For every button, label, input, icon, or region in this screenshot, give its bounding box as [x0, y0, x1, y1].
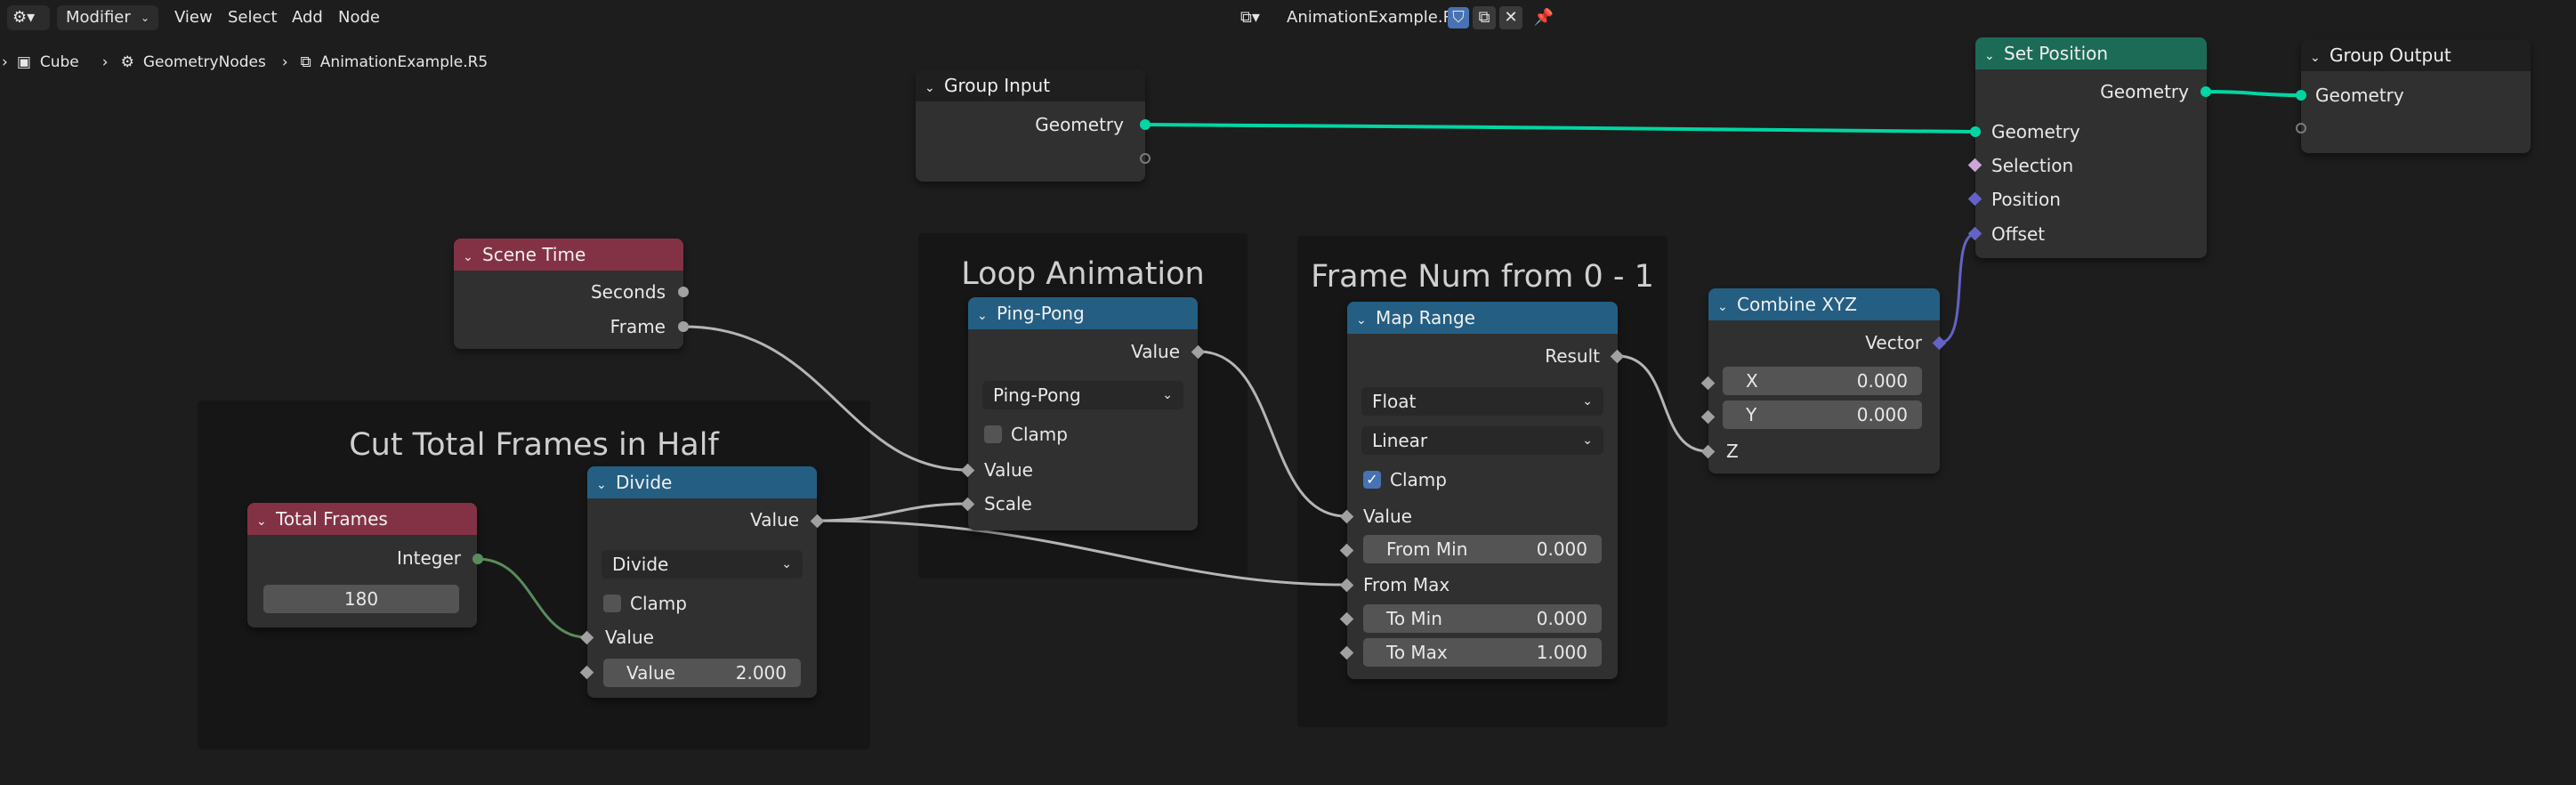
link-integer-to-divide [477, 557, 587, 639]
chevron-down-icon: ⌄ [463, 250, 473, 264]
socket-label-position: Position [1991, 189, 2061, 210]
output-socket-integer[interactable] [472, 554, 483, 564]
socket-label-from-max: From Max [1363, 574, 1450, 595]
chevron-down-icon: ⌄ [256, 514, 267, 529]
node-title: Map Range [1376, 307, 1475, 328]
socket-label-seconds: Seconds [590, 281, 666, 303]
node-group-output[interactable]: ⌄ Group Output Geometry [2301, 39, 2531, 153]
link-frame-to-pingpong-value [683, 325, 969, 472]
clamp-checkbox[interactable]: ✓ [1363, 471, 1381, 489]
socket-label-value: Value [1363, 506, 1412, 527]
integer-value-field[interactable]: 180 [263, 585, 459, 613]
socket-label-value-input: Value [605, 627, 654, 648]
socket-label-geometry: Geometry [1035, 114, 1124, 135]
socket-label-geometry: Geometry [2315, 85, 2404, 106]
value-input-field[interactable]: Value 2.000 [603, 659, 801, 687]
operation-dropdown[interactable]: Ping-Pong ⌄ [982, 381, 1183, 409]
chevron-down-icon: ⌄ [2310, 51, 2321, 65]
socket-label-selection: Selection [1991, 155, 2074, 176]
value-text: 180 [343, 588, 379, 610]
socket-label-z: Z [1726, 441, 1739, 462]
node-map-range[interactable]: ⌄ Map Range Result Float ⌄ Linear ⌄ ✓ Clamp… [1347, 302, 1618, 679]
to-max-field[interactable]: To Max 1.000 [1363, 638, 1602, 667]
socket-label-value: Value [750, 509, 799, 530]
socket-label-integer: Integer [397, 547, 461, 569]
node-title: Group Input [944, 75, 1051, 96]
link-pingpong-to-maprange-value [1198, 350, 1347, 518]
clamp-checkbox[interactable] [603, 595, 621, 612]
node-group-input[interactable]: ⌄ Group Input Geometry [916, 69, 1145, 182]
node-title: Total Frames [276, 508, 388, 530]
socket-label-geometry-in: Geometry [1991, 121, 2080, 142]
socket-label-value: Value [1131, 341, 1180, 362]
chevron-down-icon: ⌄ [925, 81, 935, 95]
chevron-down-icon: ⌄ [1717, 300, 1728, 314]
link-divide-to-pingpong-scale [816, 502, 969, 522]
link-result-to-z [1617, 354, 1708, 453]
socket-label-geometry-out: Geometry [2100, 81, 2189, 102]
clamp-label: Clamp [630, 593, 687, 614]
to-min-field[interactable]: To Min 0.000 [1363, 604, 1602, 633]
socket-label-vector: Vector [1865, 332, 1922, 353]
chevron-down-icon: ⌄ [1356, 313, 1367, 328]
chevron-down-icon: ⌄ [1162, 388, 1173, 402]
chevron-down-icon: ⌄ [596, 478, 607, 492]
clamp-label: Clamp [1011, 424, 1068, 445]
node-scene-time[interactable]: ⌄ Scene Time Seconds Frame [454, 239, 683, 349]
chevron-down-icon: ⌄ [781, 557, 792, 571]
input-socket-geometry[interactable] [1970, 126, 1981, 137]
output-socket-empty[interactable] [1140, 153, 1151, 164]
socket-label-frame: Frame [610, 316, 666, 337]
from-min-field[interactable]: From Min 0.000 [1363, 535, 1602, 563]
socket-label-result: Result [1545, 345, 1600, 367]
link-vector-to-offset [1939, 232, 1976, 344]
link-set-position-to-output [2205, 90, 2302, 97]
clamp-checkbox[interactable] [984, 425, 1002, 443]
node-total-frames[interactable]: ⌄ Total Frames Integer 180 [247, 503, 477, 627]
output-socket-frame[interactable] [678, 321, 689, 332]
output-socket-geometry[interactable] [1140, 119, 1151, 130]
node-title: Divide [616, 472, 673, 493]
output-socket-geometry[interactable] [2201, 86, 2211, 97]
node-combine-xyz[interactable]: ⌄ Combine XYZ Vector X 0.000 Y 0.000 Z [1708, 288, 1940, 473]
chevron-down-icon: ⌄ [1582, 394, 1593, 409]
node-title: Scene Time [482, 244, 586, 265]
chevron-down-icon: ⌄ [1582, 433, 1593, 448]
clamp-label: Clamp [1390, 469, 1447, 490]
input-socket-geometry[interactable] [2296, 90, 2306, 101]
x-field[interactable]: X 0.000 [1723, 367, 1922, 395]
output-socket-seconds[interactable] [678, 287, 689, 297]
data-type-dropdown[interactable]: Float ⌄ [1361, 387, 1603, 416]
node-title: Ping-Pong [997, 303, 1085, 324]
node-title: Combine XYZ [1737, 294, 1857, 315]
node-set-position[interactable]: ⌄ Set Position Geometry Geometry Selectio… [1975, 37, 2207, 258]
y-field[interactable]: Y 0.000 [1723, 401, 1922, 429]
node-title: Group Output [2330, 45, 2451, 66]
input-socket-empty[interactable] [2296, 123, 2306, 134]
interpolation-dropdown[interactable]: Linear ⌄ [1361, 426, 1603, 455]
node-title: Set Position [2004, 43, 2109, 64]
checkmark-icon: ✓ [1366, 471, 1378, 488]
socket-label-scale: Scale [984, 493, 1032, 514]
node-ping-pong[interactable]: ⌄ Ping-Pong Value Ping-Pong ⌄ Clamp Value … [968, 297, 1198, 530]
chevron-down-icon: ⌄ [1984, 49, 1995, 63]
node-divide[interactable]: ⌄ Divide Value Divide ⌄ Clamp Value Value … [587, 466, 817, 698]
chevron-down-icon: ⌄ [977, 309, 988, 323]
link-geometry-to-set-position [1144, 123, 1976, 134]
socket-label-offset: Offset [1991, 223, 2046, 245]
operation-dropdown[interactable]: Divide ⌄ [602, 550, 803, 579]
socket-label-value-input: Value [984, 459, 1033, 481]
